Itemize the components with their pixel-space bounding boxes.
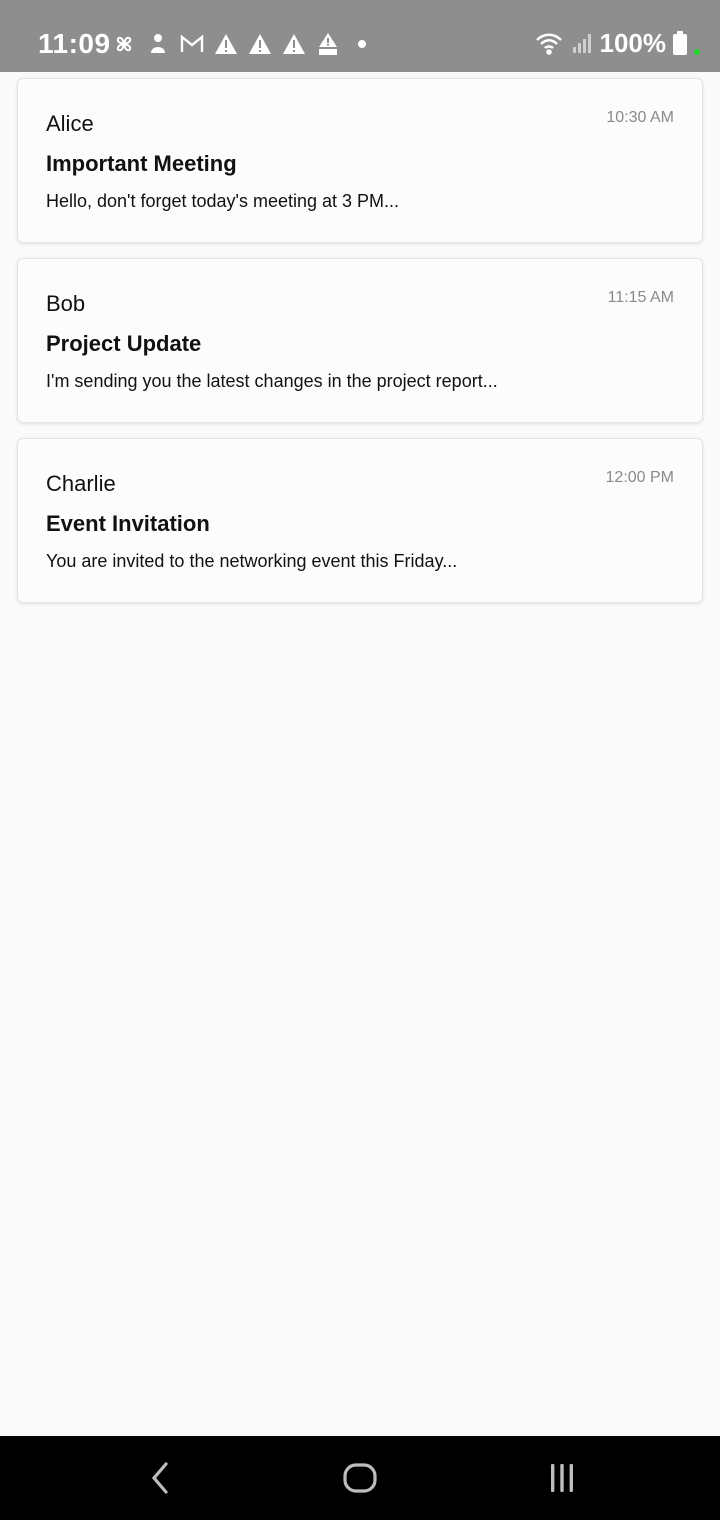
email-card[interactable]: Bob 11:15 AM Project Update I'm sending …: [17, 258, 703, 423]
email-card[interactable]: Charlie 12:00 PM Event Invitation You ar…: [17, 438, 703, 603]
status-right: 100%: [534, 27, 700, 58]
email-subject: Important Meeting: [46, 151, 237, 176]
back-icon: [148, 1461, 172, 1500]
fan-icon: [112, 32, 136, 56]
wifi-icon: [534, 31, 564, 55]
email-subject: Event Invitation: [46, 511, 210, 536]
status-time: 11:09: [38, 28, 111, 59]
battery-percentage: 100%: [599, 27, 667, 58]
recents-button[interactable]: [542, 1460, 582, 1500]
email-time: 12:00 PM: [605, 469, 674, 486]
email-subject: Project Update: [46, 331, 202, 356]
warning-icon: [214, 32, 238, 56]
charging-dot: [694, 49, 700, 55]
recents-icon: [545, 1462, 579, 1499]
email-sender: Charlie: [46, 471, 116, 496]
email-time: 11:15 AM: [607, 289, 674, 306]
home-button[interactable]: [340, 1460, 380, 1500]
back-button[interactable]: [140, 1460, 180, 1500]
status-bar: 11:09 100%: [0, 0, 720, 72]
dot-icon: [350, 32, 374, 56]
warning-icon: [282, 32, 306, 56]
warning-icon: [248, 32, 272, 56]
email-list: Alice 10:30 AM Important Meeting Hello, …: [17, 78, 703, 618]
email-preview: I'm sending you the latest changes in th…: [46, 371, 498, 391]
email-preview: Hello, don't forget today's meeting at 3…: [46, 191, 400, 211]
email-time: 10:30 AM: [606, 109, 674, 126]
gmail-icon: [180, 32, 204, 56]
email-card[interactable]: Alice 10:30 AM Important Meeting Hello, …: [17, 78, 703, 243]
email-sender: Bob: [46, 291, 86, 316]
navigation-bar: [0, 1436, 720, 1520]
battery-icon: [672, 31, 688, 55]
notification-icons: [112, 30, 374, 58]
mm-warning-icon: [316, 32, 340, 56]
home-icon: [342, 1462, 378, 1499]
email-preview: You are invited to the networking event …: [46, 551, 458, 571]
email-sender: Alice: [46, 111, 94, 136]
app-icon: [146, 32, 170, 56]
signal-icon: [570, 31, 594, 55]
